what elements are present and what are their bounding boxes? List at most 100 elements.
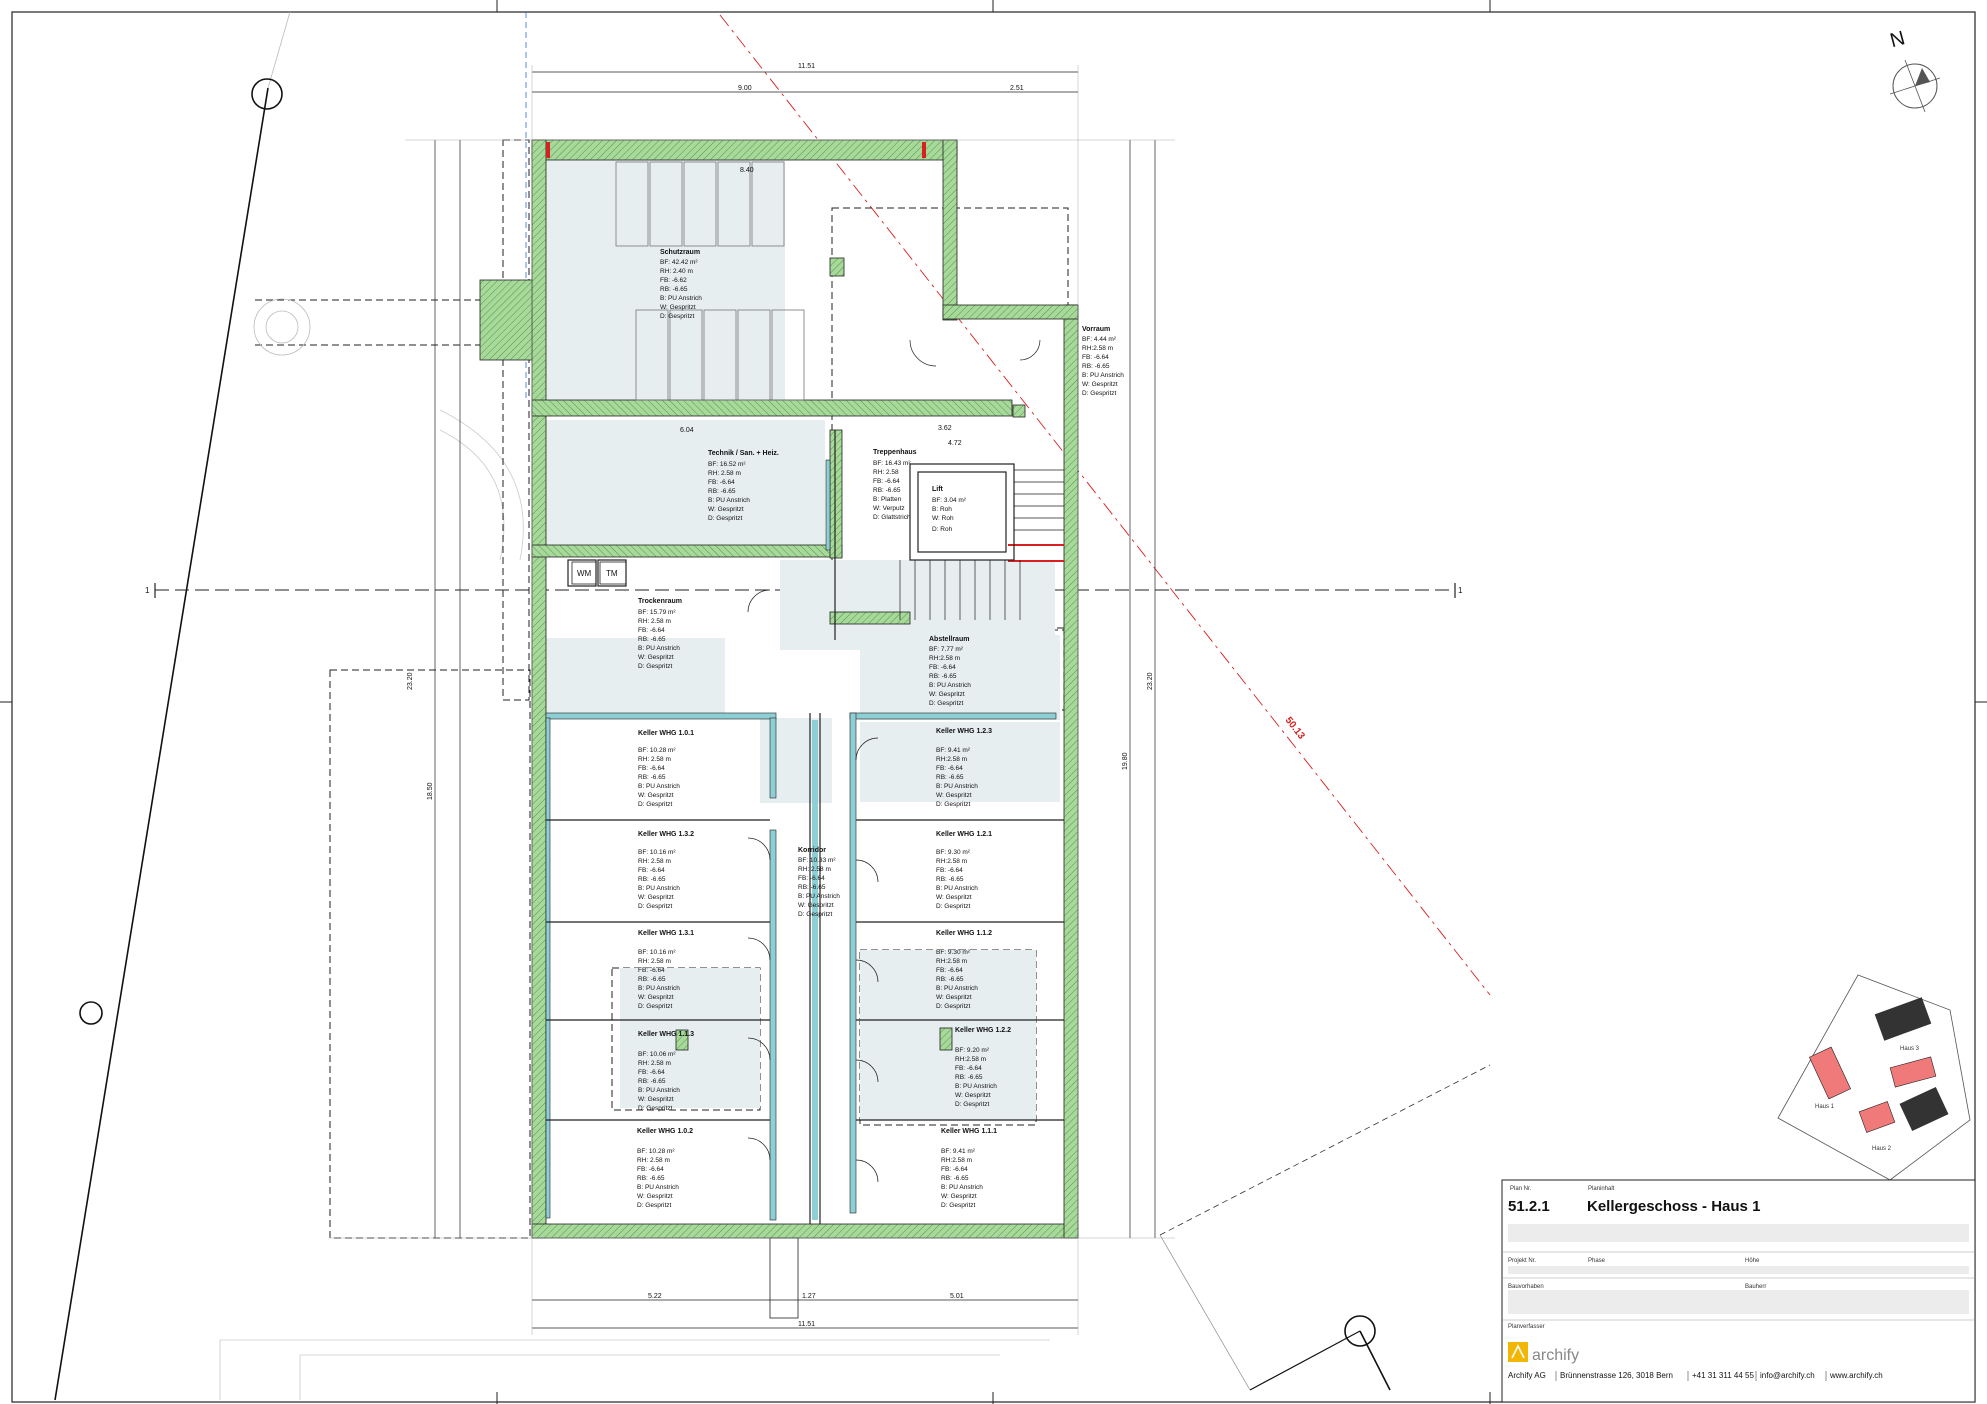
svg-text:BF: 10.33 m²: BF: 10.33 m² bbox=[798, 857, 836, 864]
svg-text:RH:2.58 m: RH:2.58 m bbox=[941, 1157, 972, 1164]
svg-text:D: Gespritzt: D: Gespritzt bbox=[660, 313, 695, 320]
svg-text:FB: -6.64: FB: -6.64 bbox=[1082, 354, 1109, 361]
svg-text:BF: 10.16 m²: BF: 10.16 m² bbox=[638, 949, 676, 956]
svg-text:Keller WHG 1.2.3: Keller WHG 1.2.3 bbox=[936, 728, 992, 735]
svg-text:W: Gespritzt: W: Gespritzt bbox=[638, 1096, 674, 1103]
svg-text:Keller WHG 1.0.1: Keller WHG 1.0.1 bbox=[638, 730, 694, 737]
dim-right-total: 23.20 bbox=[1147, 672, 1154, 690]
dim-tech-width: 6.04 bbox=[680, 427, 694, 434]
survey-point bbox=[79, 1001, 103, 1025]
company-name: Archify AG bbox=[1508, 1371, 1546, 1380]
svg-text:D: Gespritzt: D: Gespritzt bbox=[798, 911, 833, 918]
svg-text:RB: -6.65: RB: -6.65 bbox=[873, 487, 901, 494]
svg-text:Abstellraum: Abstellraum bbox=[929, 636, 969, 643]
svg-text:B: PU Anstrich: B: PU Anstrich bbox=[936, 783, 978, 790]
house2-label: Haus 2 bbox=[1872, 1146, 1892, 1152]
svg-text:D: Gespritzt: D: Gespritzt bbox=[638, 1003, 673, 1010]
svg-text:D: Gespritzt: D: Gespritzt bbox=[929, 700, 964, 707]
dim-top-left: 9.00 bbox=[738, 85, 752, 92]
scale-label: Höhe bbox=[1745, 1258, 1760, 1264]
dim-bottom-overall: 11.51 bbox=[798, 1321, 815, 1328]
svg-text:Technik / San. + Heiz.: Technik / San. + Heiz. bbox=[708, 450, 779, 457]
svg-text:B: PU Anstrich: B: PU Anstrich bbox=[638, 885, 680, 892]
svg-text:Keller WHG 1.1.3: Keller WHG 1.1.3 bbox=[638, 1031, 694, 1038]
floor-plan: 50.13 1 1 WM TM 11.51 9.00 2.51 8.40 5.2… bbox=[0, 0, 1987, 1404]
svg-text:RH: 2.58: RH: 2.58 bbox=[873, 469, 899, 476]
svg-text:FB: -6.64: FB: -6.64 bbox=[941, 1166, 968, 1173]
svg-text:FB: -6.64: FB: -6.64 bbox=[798, 875, 825, 882]
svg-text:RB: -6.65: RB: -6.65 bbox=[638, 1078, 666, 1085]
svg-text:RH: 2.58 m: RH: 2.58 m bbox=[638, 1060, 671, 1067]
svg-text:RH: 2.58 m: RH: 2.58 m bbox=[637, 1157, 670, 1164]
svg-text:Keller WHG 1.1.2: Keller WHG 1.1.2 bbox=[936, 930, 992, 937]
svg-text:BF: 15.79 m²: BF: 15.79 m² bbox=[638, 609, 676, 616]
svg-text:Keller WHG 1.2.1: Keller WHG 1.2.1 bbox=[936, 831, 992, 838]
svg-text:RH:2.58 m: RH:2.58 m bbox=[936, 858, 967, 865]
laundry-fixtures: WM TM bbox=[571, 561, 627, 585]
svg-text:RH: 2.58 m: RH: 2.58 m bbox=[708, 470, 741, 477]
svg-text:RB: -6.65: RB: -6.65 bbox=[798, 884, 826, 891]
dim-left-total: 23.20 bbox=[407, 672, 414, 690]
svg-text:FB: -6.64: FB: -6.64 bbox=[638, 765, 665, 772]
house3-label: Haus 3 bbox=[1900, 1046, 1920, 1052]
svg-text:BF: 10.16 m²: BF: 10.16 m² bbox=[638, 849, 676, 856]
company-web: www.archify.ch bbox=[1829, 1371, 1883, 1380]
svg-text:RH: 2.58 m: RH: 2.58 m bbox=[638, 858, 671, 865]
washer-label: WM bbox=[577, 569, 592, 578]
svg-text:FB: -6.64: FB: -6.64 bbox=[637, 1166, 664, 1173]
svg-text:D: Gespritzt: D: Gespritzt bbox=[637, 1202, 672, 1209]
author-label: Planverfasser bbox=[1508, 1324, 1545, 1330]
svg-text:Treppenhaus: Treppenhaus bbox=[873, 449, 917, 456]
house1-label: Haus 1 bbox=[1815, 1104, 1835, 1110]
svg-text:RB: -6.65: RB: -6.65 bbox=[936, 976, 964, 983]
svg-text:Keller WHG 1.0.2: Keller WHG 1.0.2 bbox=[637, 1128, 693, 1135]
north-arrow: N bbox=[1888, 27, 1941, 113]
svg-text:W: Gespritzt: W: Gespritzt bbox=[638, 894, 674, 901]
svg-text:Korridor: Korridor bbox=[798, 847, 826, 854]
phase-label: Phase bbox=[1588, 1258, 1606, 1264]
svg-text:FB: -6.64: FB: -6.64 bbox=[638, 1069, 665, 1076]
svg-text:Keller WHG 1.3.1: Keller WHG 1.3.1 bbox=[638, 930, 694, 937]
room-keller-111: Keller WHG 1.1.1 BF: 9.41 m² RH:2.58 m FB… bbox=[941, 1128, 997, 1209]
svg-text:W: Gespritzt: W: Gespritzt bbox=[798, 902, 834, 909]
svg-text:RH:2.58 m: RH:2.58 m bbox=[1082, 345, 1113, 352]
house3-block bbox=[1874, 997, 1932, 1041]
svg-text:B: PU Anstrich: B: PU Anstrich bbox=[936, 885, 978, 892]
svg-text:Trockenraum: Trockenraum bbox=[638, 598, 682, 605]
plan-title: Kellergeschoss - Haus 1 bbox=[1587, 1198, 1760, 1215]
svg-text:D: Gespritzt: D: Gespritzt bbox=[936, 903, 971, 910]
svg-text:FB: -6.64: FB: -6.64 bbox=[936, 967, 963, 974]
svg-text:W: Verputz: W: Verputz bbox=[873, 505, 905, 512]
house3-pink-block bbox=[1889, 1056, 1937, 1088]
dryer-label: TM bbox=[606, 569, 618, 578]
svg-text:RB: -6.65: RB: -6.65 bbox=[708, 488, 736, 495]
svg-text:B: PU Anstrich: B: PU Anstrich bbox=[638, 645, 680, 652]
svg-text:B: PU Anstrich: B: PU Anstrich bbox=[638, 1087, 680, 1094]
house2-pink-block bbox=[1858, 1101, 1896, 1133]
svg-text:B: Platten: B: Platten bbox=[873, 496, 902, 503]
svg-text:B: PU Anstrich: B: PU Anstrich bbox=[708, 497, 750, 504]
svg-text:B: PU Anstrich: B: PU Anstrich bbox=[798, 893, 840, 900]
svg-text:Keller WHG 1.2.2: Keller WHG 1.2.2 bbox=[955, 1027, 1011, 1034]
boundary-distance-label: 50.13 bbox=[1283, 715, 1307, 742]
svg-text:W: Gespritzt: W: Gespritzt bbox=[936, 894, 972, 901]
svg-text:D: Glattstrich: D: Glattstrich bbox=[873, 514, 911, 521]
svg-text:RH: 2.58 m: RH: 2.58 m bbox=[638, 958, 671, 965]
svg-text:B: PU Anstrich: B: PU Anstrich bbox=[637, 1184, 679, 1191]
room-keller-101: Keller WHG 1.0.1 BF: 10.28 m²RH: 2.58 m … bbox=[638, 730, 694, 808]
svg-text:FB: -6.64: FB: -6.64 bbox=[936, 765, 963, 772]
svg-text:RH: 2.58 m: RH: 2.58 m bbox=[638, 618, 671, 625]
svg-text:D: Gespritzt: D: Gespritzt bbox=[638, 1105, 673, 1112]
svg-text:RB: -6.65: RB: -6.65 bbox=[929, 673, 957, 680]
svg-text:W: Gespritzt: W: Gespritzt bbox=[1082, 381, 1118, 388]
svg-text:B: PU Anstrich: B: PU Anstrich bbox=[936, 985, 978, 992]
svg-text:BF: 9.30 m²: BF: 9.30 m² bbox=[936, 949, 971, 956]
svg-text:B: PU Anstrich: B: PU Anstrich bbox=[955, 1083, 997, 1090]
dim-bottom-mid: 1.27 bbox=[802, 1293, 816, 1300]
site-key-plan: Haus 1 Haus 2 Haus 3 bbox=[1777, 974, 1971, 1181]
svg-text:Schutzraum: Schutzraum bbox=[660, 249, 700, 256]
brand-name: archify bbox=[1532, 1347, 1579, 1364]
svg-text:W: Roh: W: Roh bbox=[932, 515, 954, 522]
company-email: info@archify.ch bbox=[1760, 1371, 1815, 1380]
svg-text:BF: 10.28 m²: BF: 10.28 m² bbox=[637, 1148, 675, 1155]
